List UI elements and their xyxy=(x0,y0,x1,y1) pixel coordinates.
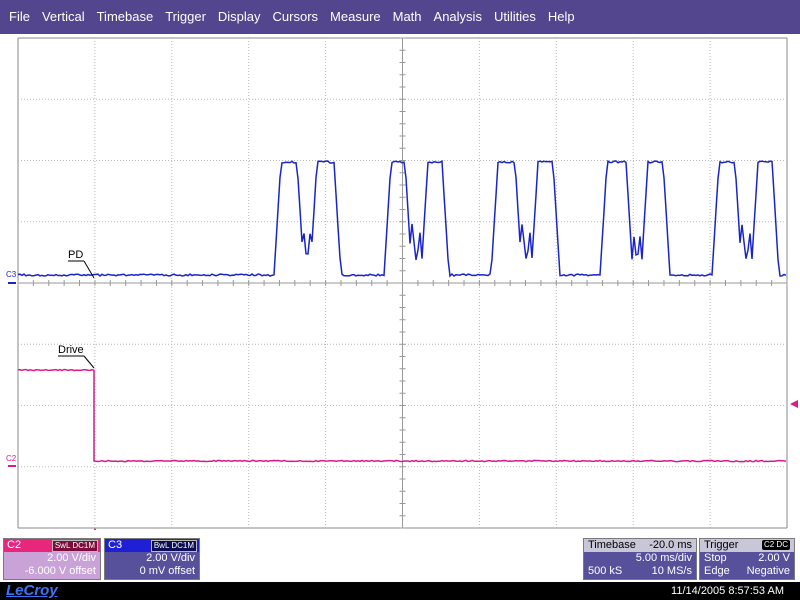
menu-file[interactable]: File xyxy=(0,0,36,34)
trigger-type-row: Edge Negative xyxy=(700,565,794,578)
trigger-slope: Negative xyxy=(747,565,790,578)
c3-coupling-badge: BwL DC1M xyxy=(151,540,197,552)
c3-scale: 2.00 V/div xyxy=(105,552,199,565)
timebase-rate: 10 MS/s xyxy=(652,565,692,578)
info-panel: C2 SwL DC1M 2.00 V/div -6.000 V offset C… xyxy=(0,530,800,582)
timestamp: 11/14/2005 8:57:53 AM xyxy=(671,582,784,600)
c3-channel-name: C3 xyxy=(108,539,122,551)
menu-cursors[interactable]: Cursors xyxy=(267,0,325,34)
trigger-mode: Stop xyxy=(704,552,727,565)
trigger-source-badge: C2 DC xyxy=(762,540,790,550)
status-bar: LeCroy 11/14/2005 8:57:53 AM xyxy=(0,582,800,600)
menu-trigger[interactable]: Trigger xyxy=(159,0,212,34)
trigger-type: Edge xyxy=(704,565,730,578)
c2-channel-name: C2 xyxy=(7,539,21,551)
c3-marker-label: C3 xyxy=(6,270,17,279)
c3-channel-box[interactable]: C3 BwL DC1M 2.00 V/div 0 mV offset xyxy=(104,538,200,580)
trigger-level: 2.00 V xyxy=(758,552,790,565)
menu-help[interactable]: Help xyxy=(542,0,581,34)
menu-analysis[interactable]: Analysis xyxy=(428,0,488,34)
pd-annotation: PD xyxy=(68,249,83,261)
menu-utilities[interactable]: Utilities xyxy=(488,0,542,34)
timebase-box[interactable]: Timebase -20.0 ms 5.00 ms/div 500 kS 10 … xyxy=(583,538,697,580)
trigger-label: Trigger xyxy=(704,539,738,552)
c2-coupling-badge: SwL DC1M xyxy=(52,540,98,552)
c3-channel-header: C3 BwL DC1M xyxy=(105,539,199,552)
timebase-header: Timebase -20.0 ms xyxy=(584,539,696,552)
c2-channel-box[interactable]: C2 SwL DC1M 2.00 V/div -6.000 V offset xyxy=(3,538,101,580)
lecroy-logo[interactable]: LeCroy xyxy=(6,582,58,600)
menu-vertical[interactable]: Vertical xyxy=(36,0,91,34)
drive-annotation-leader xyxy=(84,356,94,368)
timebase-samples: 500 kS xyxy=(588,565,622,578)
trigger-level-marker[interactable] xyxy=(790,400,798,408)
trigger-box[interactable]: Trigger C2 DC Stop 2.00 V Edge Negative xyxy=(699,538,795,580)
waveform-grid: C3 C2 PD Drive xyxy=(0,34,800,530)
waveform-display: C3 C2 PD Drive xyxy=(0,34,800,530)
c3-offset: 0 mV offset xyxy=(105,565,199,578)
timebase-scale-row: 5.00 ms/div xyxy=(584,552,696,565)
trigger-mode-row: Stop 2.00 V xyxy=(700,552,794,565)
timebase-scale: 5.00 ms/div xyxy=(636,552,692,565)
c2-scale: 2.00 V/div xyxy=(4,552,100,565)
menu-measure[interactable]: Measure xyxy=(324,0,387,34)
menu-bar: File Vertical Timebase Trigger Display Cursor… xyxy=(0,0,800,34)
c2-offset: -6.000 V offset xyxy=(4,565,100,578)
timebase-delay: -20.0 ms xyxy=(649,539,692,552)
trigger-header: Trigger C2 DC xyxy=(700,539,794,552)
c2-marker-label: C2 xyxy=(6,454,17,463)
menu-display[interactable]: Display xyxy=(212,0,267,34)
menu-math[interactable]: Math xyxy=(387,0,428,34)
timebase-label: Timebase xyxy=(588,539,636,552)
timebase-sample-row: 500 kS 10 MS/s xyxy=(584,565,696,578)
menu-timebase[interactable]: Timebase xyxy=(91,0,160,34)
drive-annotation: Drive xyxy=(58,344,84,356)
c2-channel-header: C2 SwL DC1M xyxy=(4,539,100,552)
